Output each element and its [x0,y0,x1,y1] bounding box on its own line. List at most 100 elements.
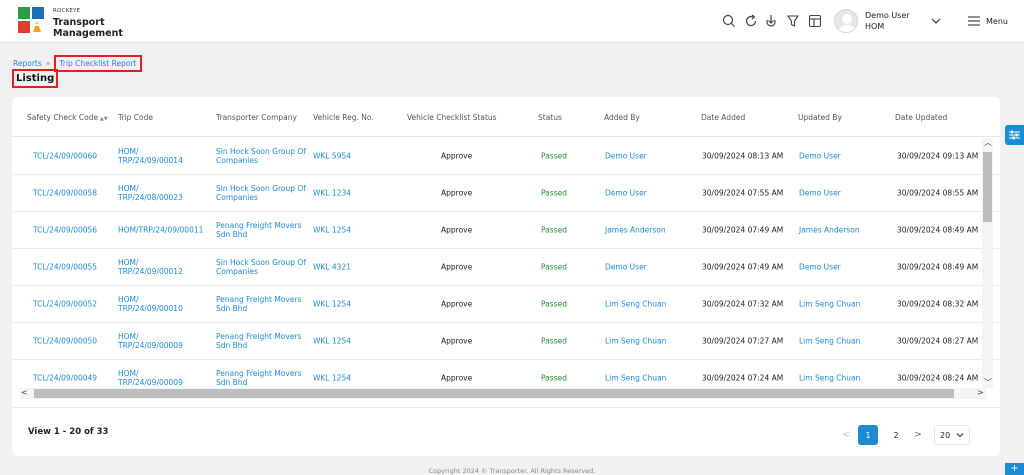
cell-transporter-company[interactable]: Penang Freight Movers Sdn Bhd [216,332,301,350]
cell-transporter-company[interactable]: Sin Hock Soon Group Of Companies [216,258,306,276]
cell-date-updated: 30/09/2024 08:49 AM [897,262,979,272]
cell-vehicle-reg[interactable]: WKL 5954 [313,152,351,161]
next-page-icon[interactable]: > [910,425,926,445]
cell-updated-by[interactable]: Demo User [799,152,841,161]
table-row[interactable]: TCL/24/09/00049 HOM/TRP/24/09/00009 Penang… [12,360,1000,388]
cell-added-by[interactable]: Lim Seng Chuan [605,300,666,309]
cell-trip-code[interactable]: HOM/TRP/24/09/00009 [118,369,183,387]
column-header-safety-check-code[interactable]: Safety Check Code ▲▼ [27,113,108,122]
cell-transporter-company-line: Sin Hock Soon Group Of [216,258,306,267]
breadcrumb-current[interactable]: Trip Checklist Report [54,55,142,72]
cell-vehicle-reg[interactable]: WKL 1254 [313,337,351,346]
vertical-scrollbar[interactable]: ︿ ﹀ [982,138,993,388]
avatar[interactable] [834,9,858,33]
column-header-vehicle-reg[interactable]: Vehicle Reg. No. [313,113,374,122]
refresh-icon[interactable] [744,14,758,28]
cell-date-updated: 30/09/2024 08:55 AM [897,188,979,198]
menu-button[interactable]: Menu [968,14,1008,28]
column-header-date-updated[interactable]: Date Updated [895,113,947,122]
table-row[interactable]: TCL/24/09/00060 HOM/TRP/24/09/00014 Sin Ho… [12,138,1000,175]
cell-vehicle-reg[interactable]: WKL 1254 [313,226,351,235]
page-size-select[interactable]: 20 [934,425,970,445]
cell-updated-by[interactable]: Lim Seng Chuan [799,337,860,346]
cell-safety-check-code[interactable]: TCL/24/09/00050 [33,337,97,346]
scroll-right-icon[interactable]: > [977,388,984,397]
cell-transporter-company[interactable]: Sin Hock Soon Group Of Companies [216,147,306,165]
cell-added-by[interactable]: Lim Seng Chuan [605,374,666,383]
cell-trip-code[interactable]: HOM/TRP/24/09/00014 [118,147,183,165]
cell-vehicle-reg[interactable]: WKL 1254 [313,300,351,309]
cell-trip-code[interactable]: HOM/TRP/24/09/00010 [118,295,183,313]
cell-added-by[interactable]: Demo User [605,152,647,161]
cell-updated-by[interactable]: James Anderson [799,226,860,235]
cell-status: Passed [541,373,567,383]
table-header: Safety Check Code ▲▼ Trip Code Transporte… [12,97,1000,137]
column-header-updated-by[interactable]: Updated By [798,113,842,122]
table-row[interactable]: TCL/24/09/00056 HOM/TRP/24/09/00011 Penang… [12,212,1000,249]
prev-page-icon[interactable]: < [838,425,854,445]
horizontal-scroll-thumb[interactable] [34,389,954,398]
column-header-status[interactable]: Status [538,113,562,122]
cell-date-added: 30/09/2024 08:13 AM [702,151,784,161]
cell-added-by[interactable]: Demo User [605,263,647,272]
column-header-date-added[interactable]: Date Added [701,113,745,122]
cell-updated-by[interactable]: Demo User [799,263,841,272]
sliders-icon [1009,130,1020,140]
cell-added-by[interactable]: Lim Seng Chuan [605,337,666,346]
table-icon[interactable] [808,14,822,28]
cell-transporter-company-line: Penang Freight Movers [216,369,302,378]
cell-vehicle-reg[interactable]: WKL 4321 [313,263,351,272]
scroll-left-icon[interactable]: < [21,388,28,397]
table-row[interactable]: TCL/24/09/00052 HOM/TRP/24/09/00010 Penang… [12,286,1000,323]
scroll-down-icon[interactable]: ﹀ [984,378,992,387]
cell-safety-check-code[interactable]: TCL/24/09/00049 [33,374,97,383]
menu-label: Menu [986,16,1008,26]
page-2-button[interactable]: 2 [886,425,906,445]
page-size-value: 20 [940,430,951,440]
cell-trip-code[interactable]: HOM/TRP/24/09/00012 [118,258,183,276]
cell-safety-check-code[interactable]: TCL/24/09/00055 [33,263,97,272]
cell-transporter-company[interactable]: Penang Freight Movers Sdn Bhd [216,295,301,313]
horizontal-scrollbar[interactable]: < > [20,388,986,399]
cell-added-by[interactable]: Demo User [605,189,647,198]
cell-trip-code[interactable]: HOM/TRP/24/09/00009 [118,332,183,350]
cell-vehicle-reg[interactable]: WKL 1234 [313,189,351,198]
user-info[interactable]: Demo User HOM [865,10,910,32]
search-icon[interactable] [722,14,736,28]
sort-icon[interactable]: ▲▼ [100,116,108,122]
cell-date-added: 30/09/2024 07:32 AM [702,299,784,309]
table-row[interactable]: TCL/24/09/00055 HOM/TRP/24/09/00012 Sin Ho… [12,249,1000,286]
cell-trip-code[interactable]: HOM/TRP/24/08/00023 [118,184,183,202]
cell-vehicle-reg[interactable]: WKL 1254 [313,374,351,383]
scroll-up-icon[interactable]: ︿ [984,138,992,147]
cell-date-added: 30/09/2024 07:27 AM [702,336,784,346]
cell-transporter-company[interactable]: Penang Freight Movers Sdn Bhd [216,221,301,239]
column-header-transporter-company[interactable]: Transporter Company [216,113,297,122]
column-settings-button[interactable] [1005,125,1024,145]
cell-safety-check-code[interactable]: TCL/24/09/00060 [33,152,97,161]
cell-transporter-company[interactable]: Penang Freight Movers Sdn Bhd [216,369,301,387]
cell-added-by[interactable]: James Anderson [605,226,666,235]
cell-safety-check-code[interactable]: TCL/24/09/00056 [33,226,97,235]
cell-transporter-company[interactable]: Sin Hock Soon Group Of Companies [216,184,306,202]
cell-trip-code[interactable]: HOM/TRP/24/09/00011 [118,226,203,235]
column-header-added-by[interactable]: Added By [604,113,640,122]
table-row[interactable]: TCL/24/09/00058 HOM/TRP/24/08/00023 Sin Ho… [12,175,1000,212]
cell-safety-check-code[interactable]: TCL/24/09/00052 [33,300,97,309]
filter-icon[interactable] [786,14,800,28]
cell-date-added: 30/09/2024 07:55 AM [702,188,784,198]
download-icon[interactable] [764,14,778,28]
page-1-button[interactable]: 1 [858,425,878,445]
cell-updated-by[interactable]: Demo User [799,189,841,198]
table-row[interactable]: TCL/24/09/00050 HOM/TRP/24/09/00009 Penang… [12,323,1000,360]
cell-safety-check-code[interactable]: TCL/24/09/00058 [33,189,97,198]
cell-updated-by[interactable]: Lim Seng Chuan [799,374,860,383]
cell-trip-code-line: TRP/24/09/00012 [118,267,183,276]
breadcrumb-root[interactable]: Reports [13,59,42,68]
column-header-trip-code[interactable]: Trip Code [118,113,153,122]
chevron-down-icon[interactable] [930,16,942,26]
vertical-scroll-thumb[interactable] [983,152,992,222]
cell-updated-by[interactable]: Lim Seng Chuan [799,300,860,309]
cell-status: Passed [541,336,567,346]
column-header-vehicle-checklist-status[interactable]: Vehicle Checklist Status [407,113,497,122]
